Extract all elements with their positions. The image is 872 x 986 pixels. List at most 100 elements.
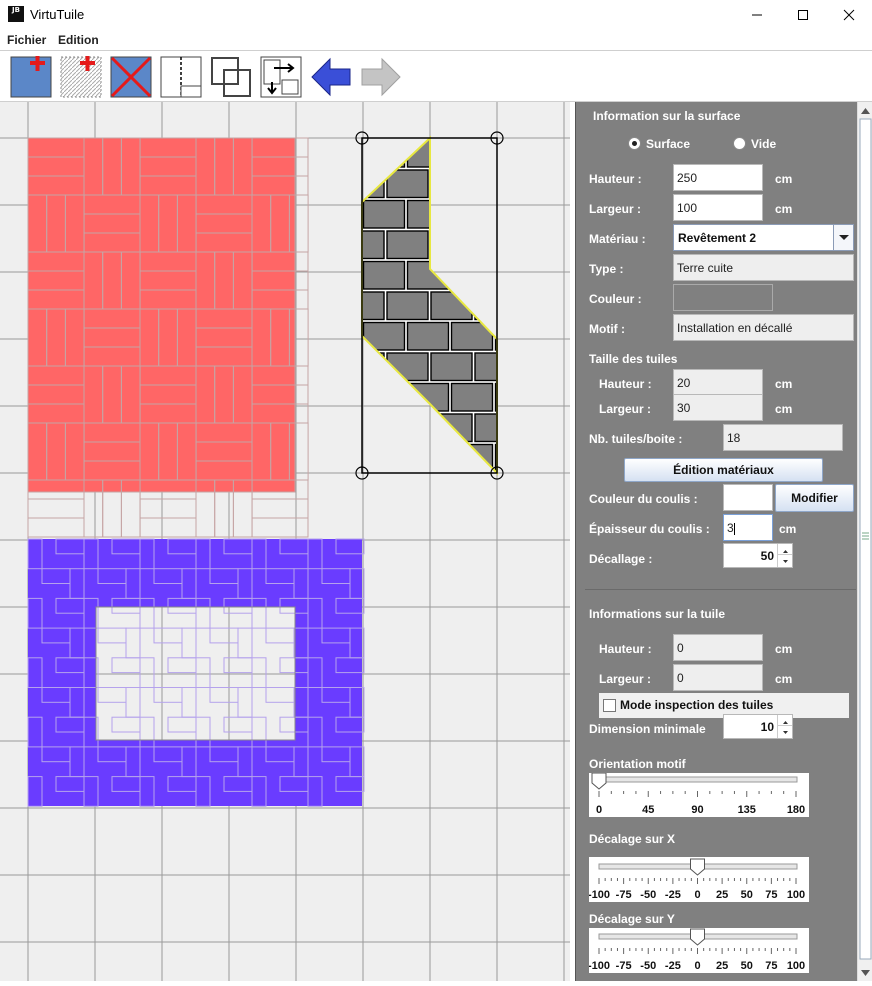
orientation-slider-thumb[interactable] bbox=[591, 772, 607, 790]
shift-x-title: Décalage sur X bbox=[589, 832, 676, 846]
material-label: Matériau : bbox=[589, 232, 646, 246]
min-dimension-down-button[interactable] bbox=[777, 726, 792, 738]
pattern-field: Installation en décallé bbox=[673, 314, 854, 341]
delete-tool[interactable] bbox=[110, 56, 152, 98]
slider-tick-label: 0 bbox=[694, 889, 700, 901]
slider-tick-label: 100 bbox=[787, 960, 805, 972]
red-surface[interactable] bbox=[27, 137, 309, 538]
align-icon bbox=[260, 56, 302, 98]
grout-color-swatch[interactable] bbox=[723, 484, 773, 511]
drawing-canvas[interactable] bbox=[0, 102, 570, 981]
radio-surface[interactable] bbox=[628, 137, 641, 150]
tile-info-title: Informations sur la tuile bbox=[589, 607, 726, 621]
tile-info-height-label: Hauteur : bbox=[599, 642, 652, 656]
width-input[interactable]: 100 bbox=[673, 194, 763, 221]
orientation-slider[interactable]: 0 45 90 135 180 bbox=[589, 772, 809, 817]
slider-tick-label: -25 bbox=[665, 889, 681, 901]
min-dimension-up-button[interactable] bbox=[777, 715, 792, 726]
grout-color-label: Couleur du coulis : bbox=[589, 492, 698, 506]
shift-y-title: Décalage sur Y bbox=[589, 912, 675, 926]
minimize-button[interactable] bbox=[734, 0, 780, 30]
material-dropdown-button[interactable] bbox=[833, 225, 853, 250]
tile-info-width-unit: cm bbox=[775, 672, 793, 686]
undo-tool[interactable] bbox=[310, 56, 352, 98]
tile-height-unit: cm bbox=[775, 377, 793, 391]
slider-tick-label: 50 bbox=[741, 960, 753, 972]
slider-tick-label: -100 bbox=[589, 889, 610, 901]
grout-thickness-label: Épaisseur du coulis : bbox=[589, 522, 710, 536]
inspection-mode-checkbox[interactable] bbox=[603, 699, 616, 712]
shift-y-slider[interactable]: -100 -75 -50 -25 0 25 50 75 100 bbox=[588, 928, 809, 973]
slider-tick-label: -75 bbox=[616, 960, 632, 972]
menu-bar: Fichier Edition bbox=[0, 30, 872, 50]
shift-x-slider[interactable]: -100 -75 -50 -25 0 25 50 75 100 bbox=[588, 857, 809, 902]
close-icon bbox=[843, 9, 855, 21]
surface-section-title: Information sur la surface bbox=[593, 109, 741, 123]
blue-surface[interactable] bbox=[27, 538, 365, 807]
height-input[interactable]: 250 bbox=[673, 164, 763, 191]
slider-tick-label: 135 bbox=[738, 804, 756, 816]
edit-materials-button[interactable]: Édition matériaux bbox=[624, 458, 823, 482]
split-tool[interactable] bbox=[160, 56, 202, 98]
slider-tick-label: 100 bbox=[787, 889, 805, 901]
scroll-up-icon[interactable] bbox=[861, 108, 870, 114]
undo-arrow-icon bbox=[311, 57, 351, 97]
tiles-per-box-label: Nb. tuiles/boite : bbox=[589, 432, 683, 446]
delete-icon bbox=[110, 56, 152, 98]
redo-tool[interactable] bbox=[360, 56, 402, 98]
menu-edition[interactable]: Edition bbox=[58, 33, 99, 47]
shift-y-slider-svg: -100 -75 -50 -25 0 25 50 75 100 bbox=[588, 928, 805, 972]
min-dimension-value: 10 bbox=[760, 720, 774, 734]
tile-info-width-label: Largeur : bbox=[599, 672, 652, 686]
grout-thickness-value: 3 bbox=[727, 521, 734, 535]
tile-width-label: Largeur : bbox=[599, 402, 652, 416]
material-select[interactable]: Revêtement 2 bbox=[673, 224, 854, 251]
tile-height-field[interactable]: 20 bbox=[673, 369, 763, 396]
panel-scrollbar[interactable] bbox=[857, 102, 872, 981]
slider-tick-label: -25 bbox=[665, 960, 681, 972]
close-button[interactable] bbox=[826, 0, 872, 30]
add-void-icon bbox=[60, 56, 102, 98]
minimize-icon bbox=[752, 14, 762, 16]
maximize-button[interactable] bbox=[780, 0, 826, 30]
slider-tick-label: 0 bbox=[596, 804, 602, 816]
radio-void-label: Vide bbox=[751, 137, 777, 151]
slider-tick-label: 0 bbox=[694, 960, 700, 972]
slider-tick-label: 25 bbox=[716, 889, 728, 901]
tiles-per-box-field[interactable]: 18 bbox=[723, 424, 843, 451]
align-tool[interactable] bbox=[260, 56, 302, 98]
slider-tick-label: 25 bbox=[716, 960, 728, 972]
slider-tick-label: -75 bbox=[616, 889, 632, 901]
shift-y-slider-thumb[interactable] bbox=[690, 928, 705, 946]
orientation-slider-svg: 0 45 90 135 180 bbox=[591, 772, 805, 816]
add-void-tool[interactable] bbox=[60, 56, 102, 98]
grout-thickness-input[interactable]: 3 bbox=[723, 514, 773, 541]
slider-tick-label: 75 bbox=[765, 960, 777, 972]
add-surface-tool[interactable] bbox=[10, 56, 52, 98]
type-label: Type : bbox=[589, 262, 624, 276]
window-title: VirtuTuile bbox=[30, 7, 85, 22]
offset-down-button[interactable] bbox=[777, 555, 792, 567]
color-label: Couleur : bbox=[589, 292, 642, 306]
slider-tick-label: -100 bbox=[589, 960, 610, 972]
tile-width-field[interactable]: 30 bbox=[673, 394, 763, 421]
tile-size-title: Taille des tuiles bbox=[589, 352, 678, 366]
shift-x-slider-thumb[interactable] bbox=[690, 858, 705, 876]
pattern-label: Motif : bbox=[589, 322, 625, 336]
height-label: Hauteur : bbox=[589, 172, 642, 186]
app-logo-icon: JB bbox=[8, 6, 24, 22]
color-swatch[interactable] bbox=[673, 284, 773, 311]
menu-fichier[interactable]: Fichier bbox=[7, 33, 46, 47]
offset-up-button[interactable] bbox=[777, 544, 792, 555]
modify-grout-button[interactable]: Modifier bbox=[775, 484, 854, 512]
material-select-value: Revêtement 2 bbox=[678, 231, 757, 245]
min-dimension-spinner[interactable]: 10 bbox=[723, 714, 793, 739]
panel-divider bbox=[585, 589, 856, 590]
shift-x-slider-svg: -100 -75 -50 -25 0 25 50 75 100 bbox=[588, 858, 805, 901]
radio-surface-label: Surface bbox=[646, 137, 691, 151]
scroll-down-icon[interactable] bbox=[861, 970, 870, 976]
text-cursor bbox=[733, 522, 735, 535]
merge-tool[interactable] bbox=[210, 56, 252, 98]
offset-spinner[interactable]: 50 bbox=[723, 543, 793, 568]
radio-void[interactable] bbox=[733, 137, 746, 150]
